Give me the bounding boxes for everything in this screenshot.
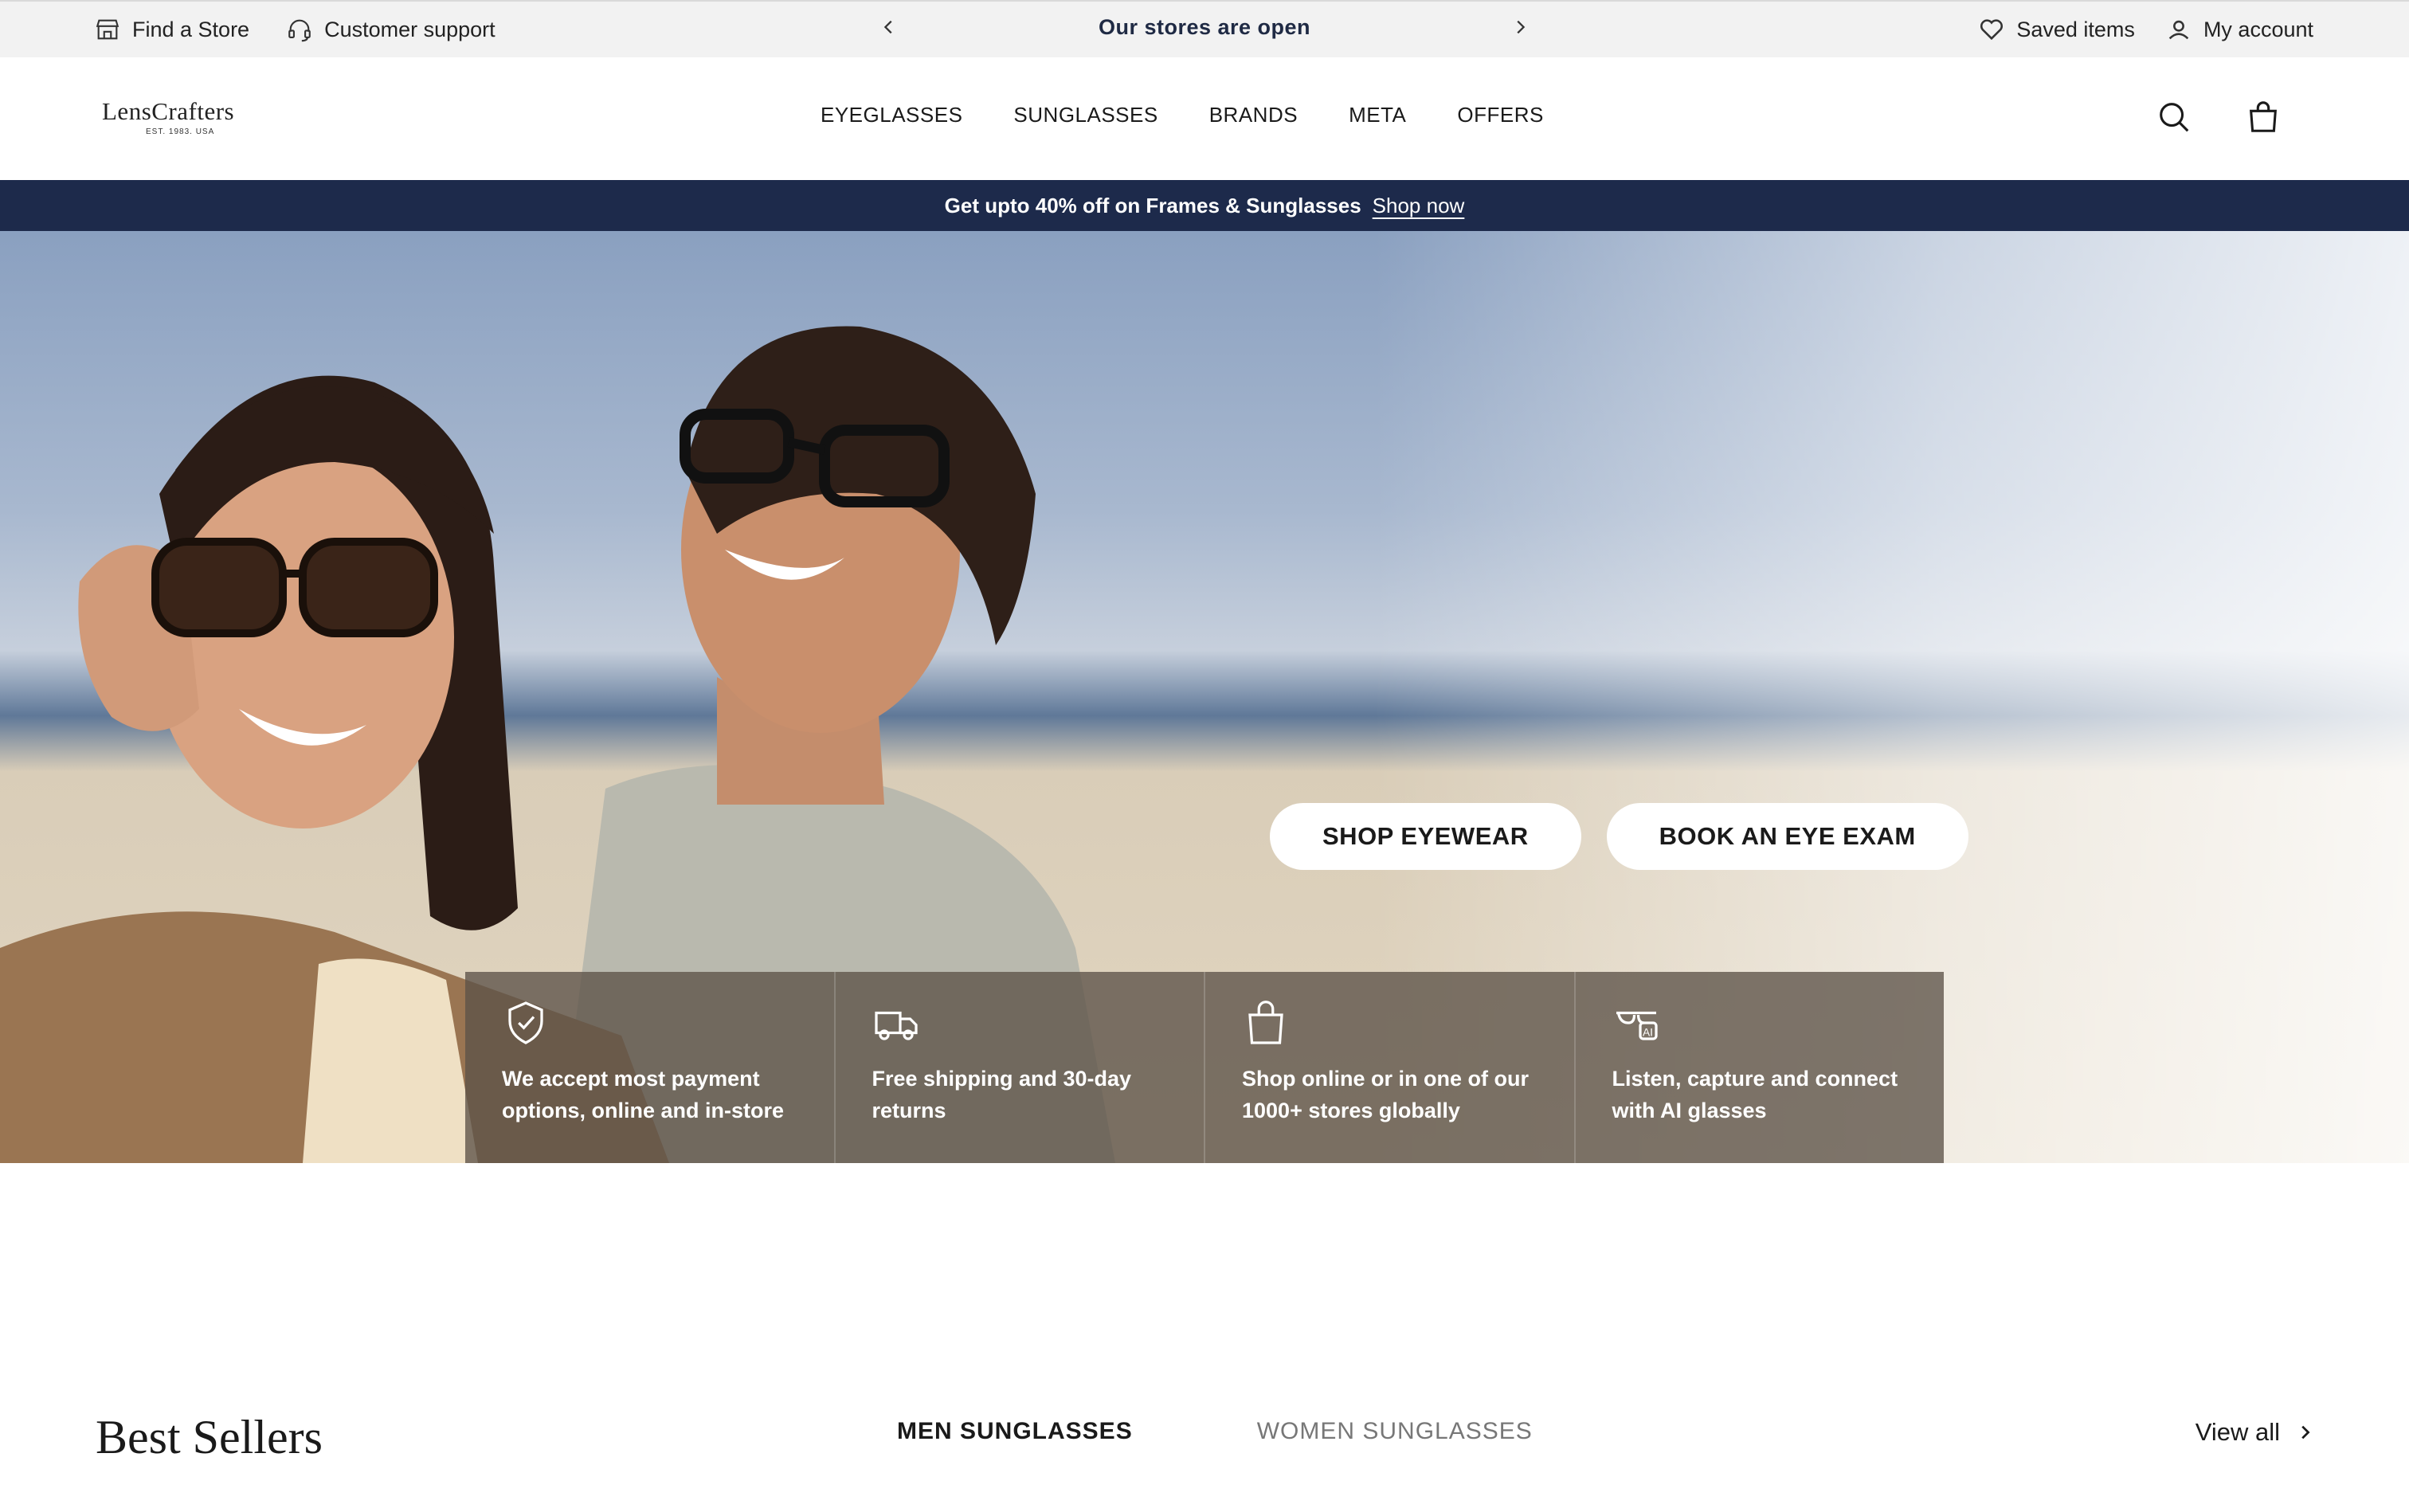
benefit-stores: Shop online or in one of our 1000+ store… xyxy=(1205,972,1576,1163)
best-sellers-tabs: MEN SUNGLASSES WOMEN SUNGLASSES xyxy=(897,1418,1533,1445)
customer-support-link[interactable]: Customer support xyxy=(286,16,496,43)
tab-women-sunglasses[interactable]: WOMEN SUNGLASSES xyxy=(1257,1418,1533,1445)
shopping-bag-icon[interactable] xyxy=(2245,99,2282,135)
ai-glasses-icon: AI xyxy=(1616,1011,1658,1040)
benefit-shipping: Free shipping and 30-day returns xyxy=(836,972,1205,1163)
user-icon xyxy=(2168,20,2189,40)
customer-support-label: Customer support xyxy=(324,17,496,41)
view-all-label: View all xyxy=(2195,1418,2280,1446)
my-account-label: My account xyxy=(2203,17,2313,41)
hero-cta-group: SHOP EYEWEAR BOOK AN EYE EXAM xyxy=(1270,803,1968,870)
svg-text:AI: AI xyxy=(1643,1026,1653,1038)
tab-men-sunglasses[interactable]: MEN SUNGLASSES xyxy=(897,1418,1133,1445)
nav-eyeglasses[interactable]: EYEGLASSES xyxy=(821,103,962,127)
best-sellers-section: Best Sellers MEN SUNGLASSES WOMEN SUNGLA… xyxy=(0,1370,2409,1466)
saved-items-link[interactable]: Saved items xyxy=(1978,16,2135,43)
nav-offers[interactable]: OFFERS xyxy=(1457,103,1543,127)
logo-tagline: EST. 1983. USA xyxy=(146,127,215,136)
search-icon[interactable] xyxy=(2156,99,2192,135)
benefit-ai-glasses: AI Listen, capture and connect with AI g… xyxy=(1576,972,1945,1163)
announcement-text: Our stores are open xyxy=(1098,14,1311,39)
logo-wordmark: LensCrafters xyxy=(102,97,235,125)
book-eye-exam-button[interactable]: BOOK AN EYE EXAM xyxy=(1606,803,1968,870)
main-nav: EYEGLASSES SUNGLASSES BRANDS META OFFERS xyxy=(821,57,1544,172)
saved-items-label: Saved items xyxy=(2016,17,2135,41)
utility-links-right: Saved items My account xyxy=(1978,2,2313,57)
best-sellers-title: Best Sellers xyxy=(96,1411,323,1463)
promo-banner: Get upto 40% off on Frames & Sunglasses … xyxy=(0,180,2409,231)
promo-text: Get upto 40% off on Frames & Sunglasses xyxy=(944,193,1361,217)
find-store-label: Find a Store xyxy=(132,17,250,41)
nav-meta[interactable]: META xyxy=(1349,103,1406,127)
chevron-right-icon xyxy=(2301,1425,2310,1440)
hero-banner: SHOP EYEWEAR BOOK AN EYE EXAM We accept … xyxy=(0,231,2409,1163)
my-account-link[interactable]: My account xyxy=(2165,16,2313,43)
chevron-left-icon xyxy=(883,20,892,34)
truck-icon xyxy=(874,1011,918,1040)
benefit-payment-text: We accept most payment options, online a… xyxy=(502,1067,784,1122)
nav-brands[interactable]: BRANDS xyxy=(1209,103,1298,127)
find-store-link[interactable]: Find a Store xyxy=(94,16,249,43)
shop-eyewear-button[interactable]: SHOP EYEWEAR xyxy=(1270,803,1581,870)
lenscrafters-logo[interactable]: LensCrafters EST. 1983. USA xyxy=(102,97,261,145)
header-actions xyxy=(2156,57,2282,177)
headset-icon xyxy=(288,19,311,42)
benefits-strip: We accept most payment options, online a… xyxy=(465,972,1944,1163)
shopping-bag-outline-icon xyxy=(1248,1001,1283,1044)
announcement-next-button[interactable] xyxy=(1504,11,1536,43)
utility-bar: Find a Store Customer support Our stores… xyxy=(0,0,2409,57)
announcement-prev-button[interactable] xyxy=(873,11,905,43)
shield-check-icon xyxy=(508,1001,543,1044)
benefit-ai-glasses-text: Listen, capture and connect with AI glas… xyxy=(1612,1067,1898,1122)
announcement-carousel: Our stores are open xyxy=(873,2,1536,53)
benefit-stores-text: Shop online or in one of our 1000+ store… xyxy=(1242,1067,1529,1122)
chevron-right-icon xyxy=(1517,20,1526,34)
benefit-payment: We accept most payment options, online a… xyxy=(465,972,836,1163)
view-all-link[interactable]: View all xyxy=(2196,1418,2313,1447)
promo-shop-now-link[interactable]: Shop now xyxy=(1373,194,1465,218)
benefit-shipping-text: Free shipping and 30-day returns xyxy=(872,1067,1132,1122)
heart-icon xyxy=(1980,19,2004,41)
nav-sunglasses[interactable]: SUNGLASSES xyxy=(1013,103,1157,127)
main-header: LensCrafters EST. 1983. USA EYEGLASSES S… xyxy=(0,57,2409,180)
store-icon xyxy=(96,19,119,40)
utility-links-left: Find a Store Customer support xyxy=(94,2,496,57)
